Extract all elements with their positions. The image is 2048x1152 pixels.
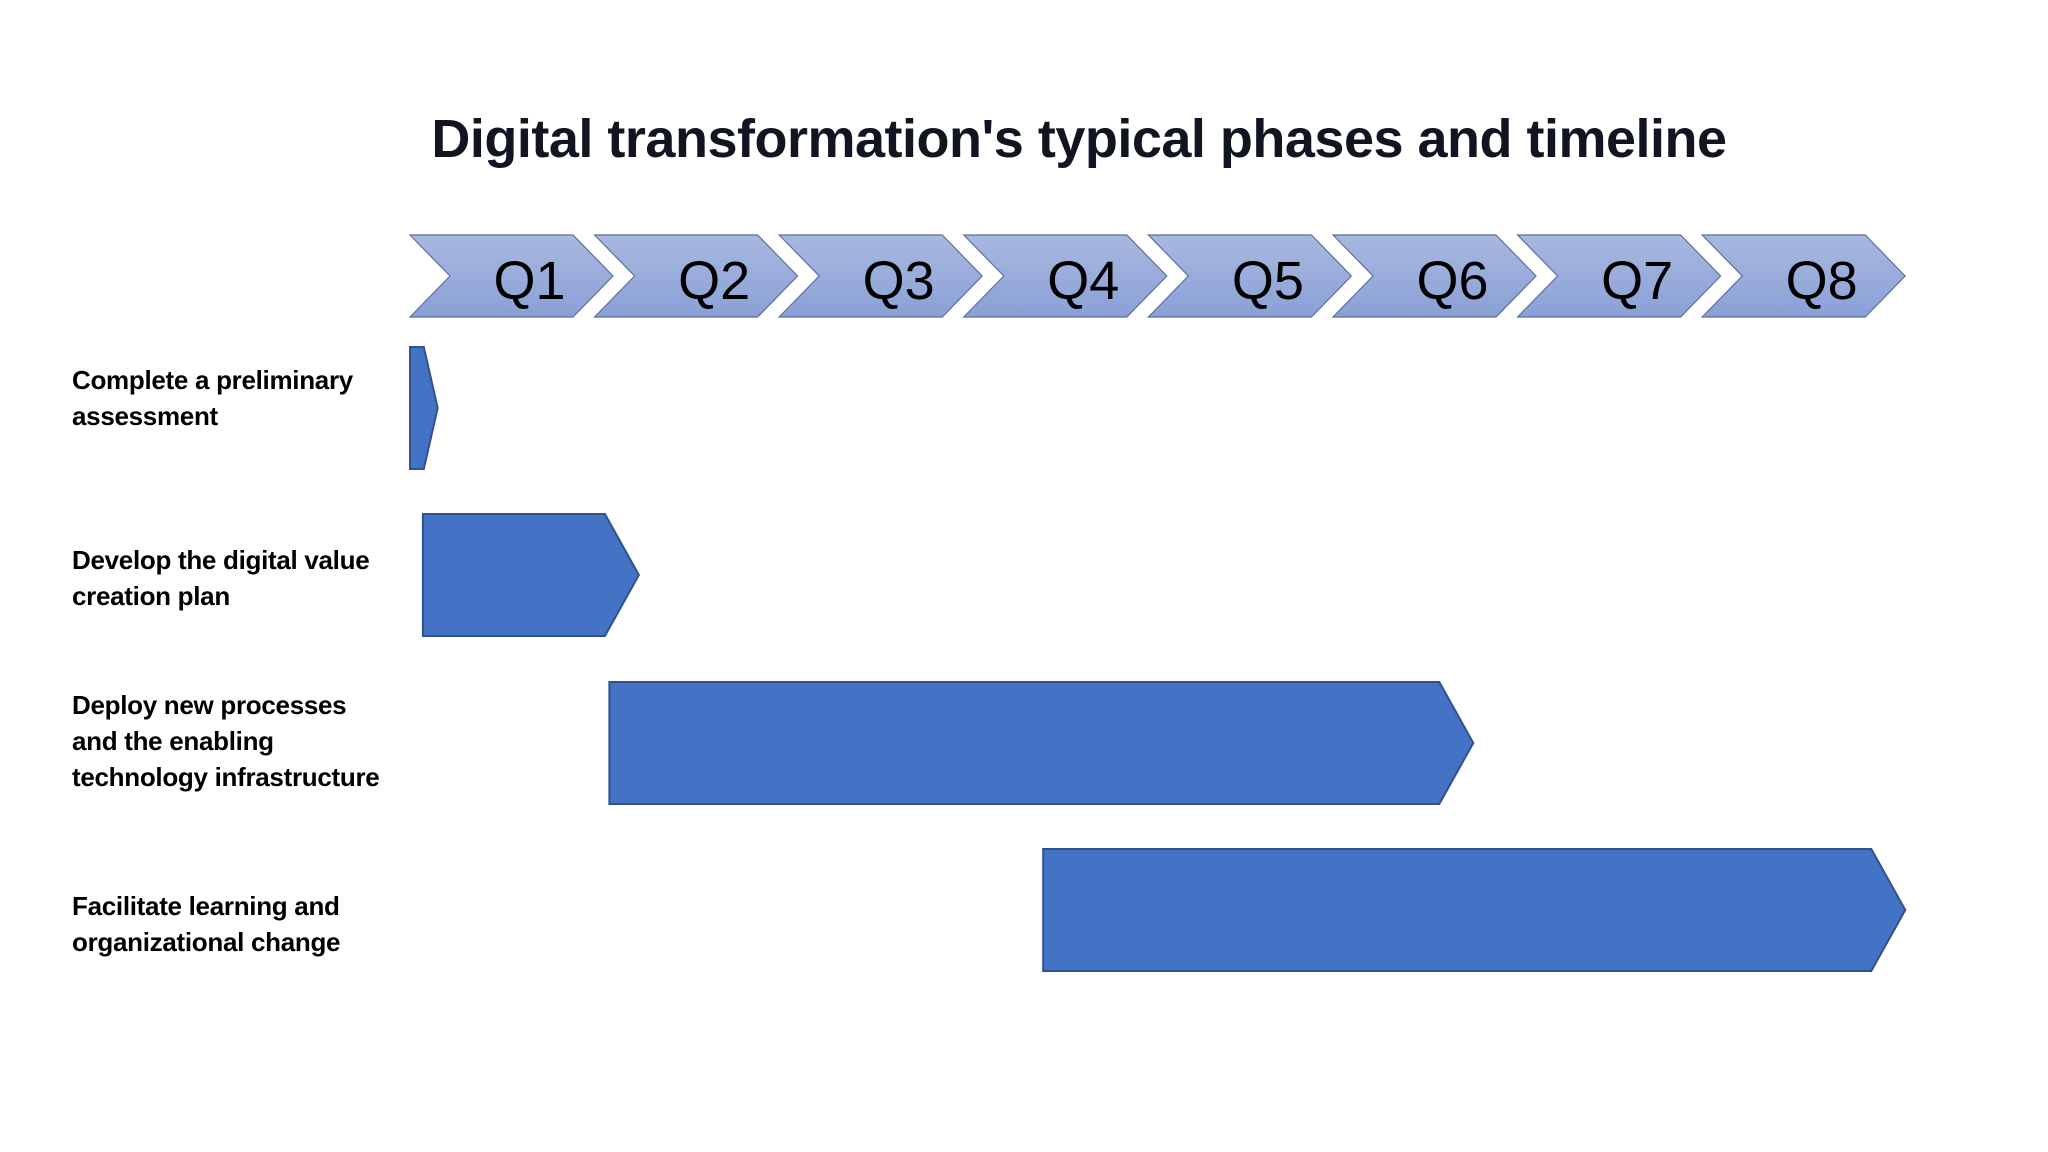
quarter-chevrons: Q1 Q2 Q3 Q4 Q5 Q6 Q7 Q8 xyxy=(408,234,1907,318)
phase-bar-2 xyxy=(421,513,641,637)
phase-label-2: Develop the digital value creation plan xyxy=(72,542,412,614)
phase-bar-3 xyxy=(608,681,1475,805)
quarter-label-q8: Q8 xyxy=(1786,251,1858,311)
quarter-label-q7: Q7 xyxy=(1601,251,1673,311)
phase-label-line: Facilitate learning and xyxy=(72,891,340,921)
phase-label-4: Facilitate learning and organizational ch… xyxy=(72,888,412,960)
quarter-label-q3: Q3 xyxy=(863,251,935,311)
quarter-label-q5: Q5 xyxy=(1232,251,1304,311)
phase-label-line: technology infrastructure xyxy=(72,762,380,792)
phase-bars xyxy=(409,346,1907,972)
quarter-label-q1: Q1 xyxy=(493,251,565,311)
phase-bar-4 xyxy=(1042,848,1907,972)
phase-label-line: Complete a preliminary xyxy=(72,365,353,395)
phase-label-line: Deploy new processes xyxy=(72,690,347,720)
quarter-label-q4: Q4 xyxy=(1047,251,1119,311)
quarter-label-q2: Q2 xyxy=(678,251,750,311)
phase-label-line: organizational change xyxy=(72,927,341,957)
phase-label-line: creation plan xyxy=(72,581,230,611)
phase-label-1: Complete a preliminary assessment xyxy=(72,362,412,434)
quarter-label-q6: Q6 xyxy=(1416,251,1488,311)
phase-label-line: assessment xyxy=(72,401,218,431)
phase-bar-1 xyxy=(409,346,439,470)
phase-label-3: Deploy new processes and the enabling tech… xyxy=(72,687,412,795)
phase-label-line: Develop the digital value xyxy=(72,545,370,575)
phase-label-line: and the enabling xyxy=(72,726,274,756)
